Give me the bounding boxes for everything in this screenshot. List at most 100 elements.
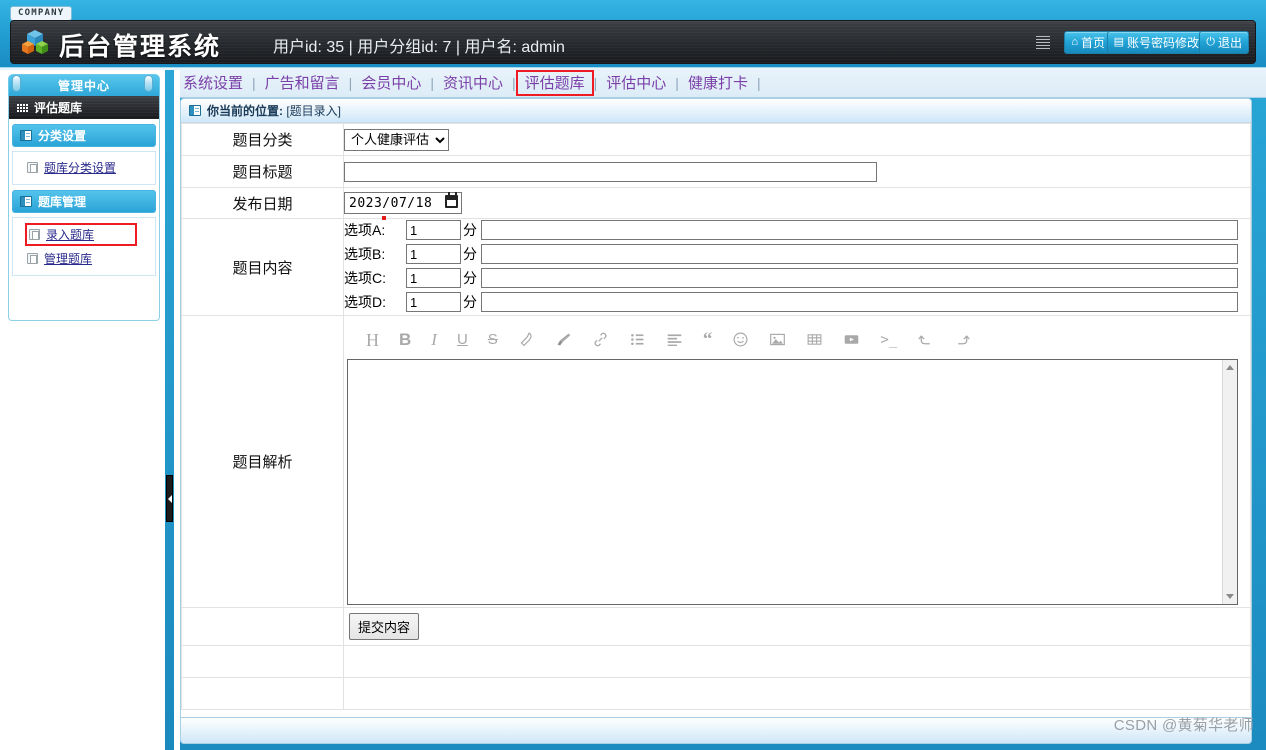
brush-icon[interactable] bbox=[555, 331, 572, 348]
table-icon[interactable] bbox=[806, 331, 823, 348]
option-c-score[interactable] bbox=[406, 268, 461, 288]
rich-text-editor: H B I U S bbox=[344, 319, 1250, 605]
page-icon bbox=[27, 253, 38, 264]
form-row-empty-2 bbox=[182, 678, 1251, 710]
sidebar-knob-right-icon bbox=[144, 75, 153, 92]
sidebar-item-question-category-settings[interactable]: 题库分类设置 bbox=[13, 156, 155, 179]
category-select[interactable]: 个人健康评估 bbox=[344, 129, 449, 151]
panel-splitter[interactable] bbox=[165, 70, 174, 750]
page-icon bbox=[27, 162, 38, 173]
publish-date-input[interactable] bbox=[344, 192, 462, 214]
link-icon[interactable] bbox=[592, 331, 609, 348]
sidebar-group-question-bank-management[interactable]: 题库管理 bbox=[12, 190, 156, 213]
home-icon: ⌂ bbox=[1071, 37, 1078, 48]
sidebar-tab-management-center[interactable]: 管理中心 bbox=[8, 74, 160, 96]
option-a-text[interactable] bbox=[481, 220, 1238, 240]
nav-item-question-bank[interactable]: 评估题库 bbox=[516, 70, 594, 96]
logout-button[interactable]: ⏻ 退出 bbox=[1199, 31, 1249, 54]
title-input[interactable] bbox=[344, 162, 877, 182]
option-b-unit: 分 bbox=[461, 244, 481, 264]
app-window: COMPANY 后台管理系统 用户id: 35 | 用户分组id: 7 | 用户… bbox=[0, 0, 1266, 750]
option-d-score[interactable] bbox=[406, 292, 461, 312]
nav-item-member-center[interactable]: 会员中心 bbox=[352, 70, 430, 96]
cell-question-content: 选项A: 分 选项B: 分 选项C: 分 bbox=[344, 219, 1251, 316]
underline-icon[interactable]: U bbox=[457, 332, 468, 347]
sidebar-item-label: 题库分类设置 bbox=[44, 159, 116, 176]
home-button[interactable]: ⌂ 首页 bbox=[1064, 31, 1112, 54]
change-password-label: 账号密码修改 bbox=[1127, 34, 1199, 51]
editor-content-area[interactable] bbox=[347, 359, 1238, 605]
sidebar-item-add-question[interactable]: 录入题库 bbox=[25, 223, 137, 246]
bullet-list-icon[interactable] bbox=[629, 331, 646, 348]
option-d-unit: 分 bbox=[461, 292, 481, 312]
empty-cell-left bbox=[182, 678, 344, 710]
main-nav: 系统设置 | 广告和留言 | 会员中心 | 资讯中心 | 评估题库 | 评估中心… bbox=[0, 68, 1266, 98]
bold-icon[interactable]: B bbox=[399, 331, 411, 348]
hamburger-icon[interactable] bbox=[1036, 36, 1050, 49]
nav-items: 系统设置 | 广告和留言 | 会员中心 | 资讯中心 | 评估题库 | 评估中心… bbox=[174, 68, 761, 98]
italic-icon[interactable]: I bbox=[431, 331, 437, 348]
nav-item-ads-messages[interactable]: 广告和留言 bbox=[256, 70, 349, 96]
nav-item-system-settings[interactable]: 系统设置 bbox=[174, 70, 252, 96]
sidebar-panel: 评估题库 分类设置 题库分类设置 题库管理 录入题库 bbox=[8, 96, 160, 321]
video-icon[interactable] bbox=[843, 331, 860, 348]
heading-icon[interactable]: H bbox=[366, 331, 379, 349]
cell-title bbox=[344, 156, 1251, 188]
code-icon[interactable]: >_ bbox=[880, 333, 897, 347]
label-submit-empty bbox=[182, 608, 344, 646]
option-b-text[interactable] bbox=[481, 244, 1238, 264]
sidebar-item-label: 管理题库 bbox=[44, 250, 92, 267]
sidebar-group-label: 题库管理 bbox=[38, 193, 86, 210]
nav-item-assessment-center[interactable]: 评估中心 bbox=[597, 70, 675, 96]
logout-label: 退出 bbox=[1218, 34, 1242, 51]
redo-icon[interactable] bbox=[954, 331, 971, 348]
option-row-a: 选项A: 分 bbox=[344, 219, 1250, 241]
sidebar-group-body: 题库分类设置 bbox=[12, 151, 156, 185]
sidebar-module-title-label: 评估题库 bbox=[34, 99, 82, 116]
sidebar-group-label: 分类设置 bbox=[38, 127, 86, 144]
company-tag: COMPANY bbox=[10, 6, 72, 21]
option-d-text[interactable] bbox=[481, 292, 1238, 312]
logo-icon bbox=[22, 30, 50, 57]
align-left-icon[interactable] bbox=[666, 331, 683, 348]
watermark: CSDN @黄菊华老师 bbox=[1114, 714, 1254, 735]
option-c-text[interactable] bbox=[481, 268, 1238, 288]
option-row-d: 选项D: 分 bbox=[344, 291, 1250, 313]
grid-dots-icon bbox=[17, 104, 28, 112]
cell-submit: 提交内容 bbox=[344, 608, 1251, 646]
quote-icon[interactable]: “ bbox=[703, 330, 713, 349]
breadcrumb-location: [题目录入] bbox=[286, 104, 341, 118]
strikethrough-icon[interactable]: S bbox=[488, 332, 498, 347]
editor-vertical-scrollbar[interactable] bbox=[1222, 360, 1237, 604]
scroll-up-arrow-icon[interactable] bbox=[1226, 365, 1234, 370]
change-password-button[interactable]: ▤ 账号密码修改 bbox=[1107, 31, 1206, 54]
option-a-score[interactable] bbox=[406, 220, 461, 240]
editor-toolbar: H B I U S bbox=[344, 323, 1250, 357]
emoji-icon[interactable] bbox=[732, 331, 749, 348]
top-header: COMPANY 后台管理系统 用户id: 35 | 用户分组id: 7 | 用户… bbox=[0, 0, 1266, 68]
option-a-label: 选项A: bbox=[344, 220, 406, 240]
option-c-label: 选项C: bbox=[344, 268, 406, 288]
window-icon bbox=[20, 196, 32, 207]
form-row-content: 题目内容 选项A: 分 选项B: 分 选项C: bbox=[182, 219, 1251, 316]
scroll-down-arrow-icon[interactable] bbox=[1226, 594, 1234, 599]
splitter-collapse-handle[interactable] bbox=[166, 475, 173, 522]
cell-publish-date bbox=[344, 188, 1251, 219]
sidebar-item-manage-questions[interactable]: 管理题库 bbox=[13, 247, 155, 270]
sidebar-group-category-settings[interactable]: 分类设置 bbox=[12, 124, 156, 147]
nav-item-health-checkin[interactable]: 健康打卡 bbox=[679, 70, 757, 96]
pen-icon[interactable] bbox=[518, 331, 535, 348]
submit-button[interactable]: 提交内容 bbox=[349, 613, 419, 640]
nav-separator: | bbox=[757, 75, 761, 91]
image-icon[interactable] bbox=[769, 331, 786, 348]
breadcrumb-window-icon bbox=[189, 105, 201, 116]
label-publish-date: 发布日期 bbox=[182, 188, 344, 219]
form-row-submit: 提交内容 bbox=[182, 608, 1251, 646]
option-b-score[interactable] bbox=[406, 244, 461, 264]
form-row-empty-1 bbox=[182, 646, 1251, 678]
sidebar-item-label: 录入题库 bbox=[46, 226, 94, 243]
nav-item-news-center[interactable]: 资讯中心 bbox=[434, 70, 512, 96]
header-dark-panel: 后台管理系统 用户id: 35 | 用户分组id: 7 | 用户名: admin… bbox=[10, 20, 1256, 64]
form-row-analysis: 题目解析 H B I U S bbox=[182, 316, 1251, 608]
undo-icon[interactable] bbox=[917, 331, 934, 348]
